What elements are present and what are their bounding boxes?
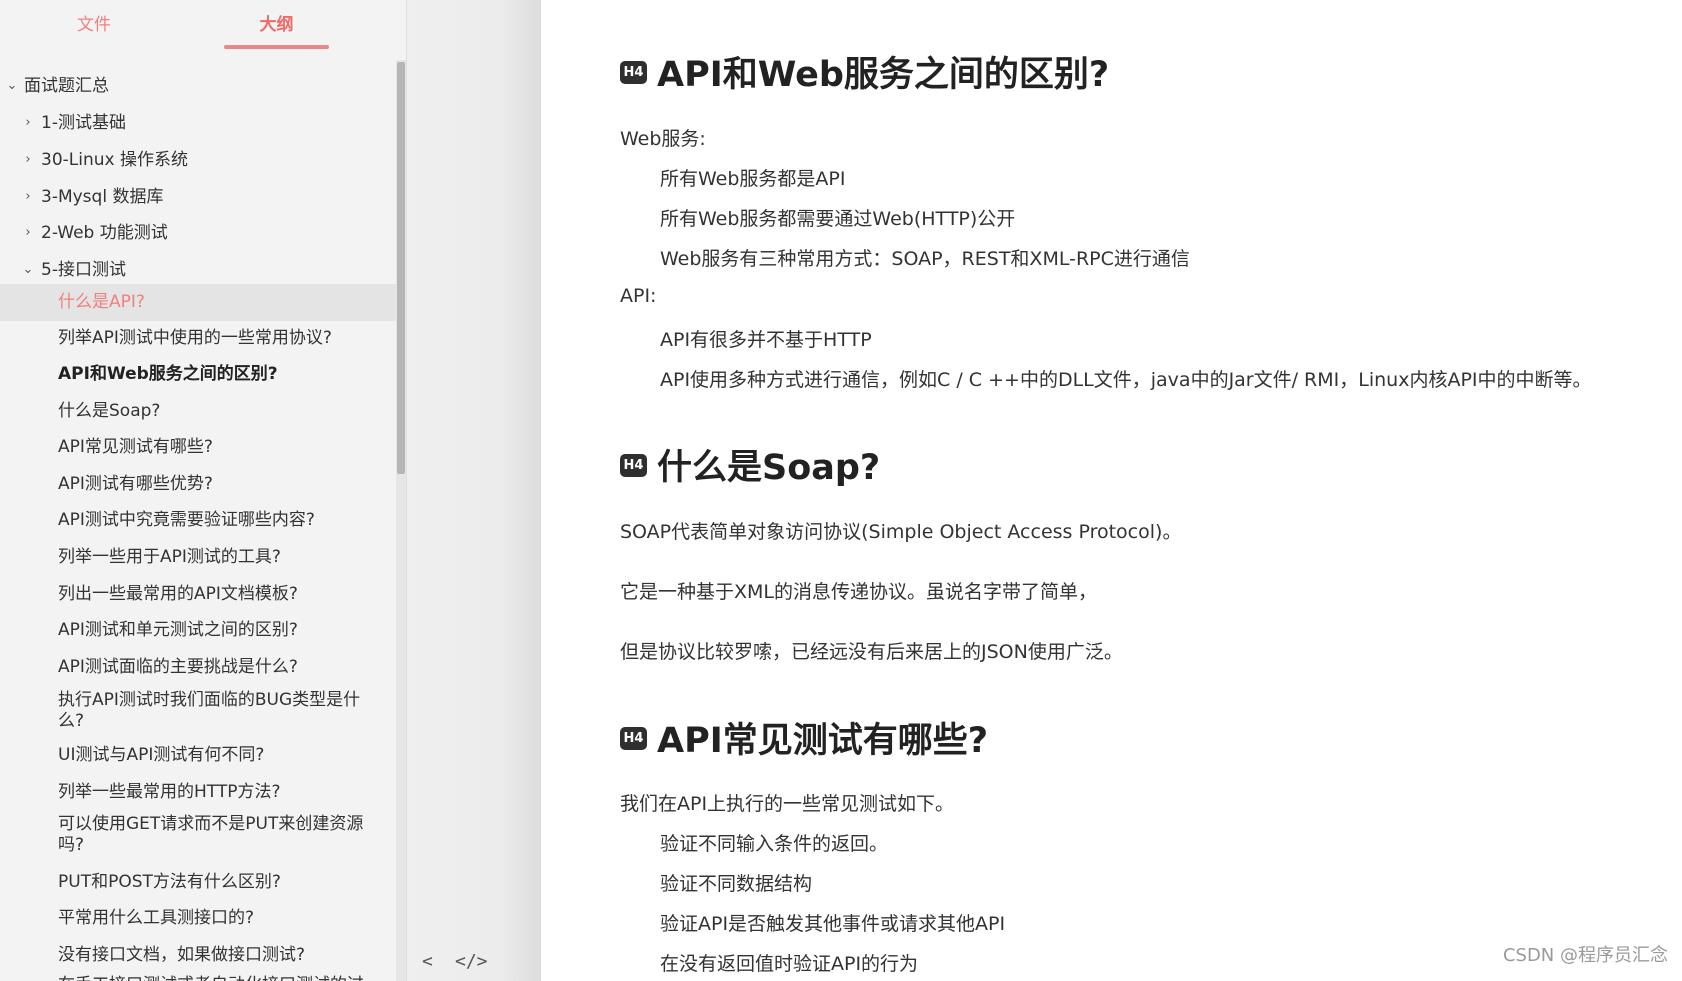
outline-subitem[interactable]: 列举API测试中使用的一些常用协议?: [0, 325, 396, 351]
outline-subitem-label: 可以使用GET请求而不是PUT来创建资源吗?: [58, 814, 364, 855]
list-item: 验证API是否触发其他事件或请求其他API: [660, 913, 1006, 935]
outline-subitem[interactable]: PUT和POST方法有什么区别?: [0, 869, 396, 895]
paragraph: 我们在API上执行的一些常见测试如下。: [620, 793, 955, 815]
outline-item-label: 30-Linux 操作系统: [41, 150, 188, 170]
sidebar: 文件 大纲 ⌄ 面试题汇总 › 1-测试基础 › 30-Linux 操作系统 ›…: [0, 0, 407, 981]
csdn-watermark: CSDN @程序员汇念: [1502, 945, 1668, 966]
document-content: H4 API和Web服务之间的区别? Web服务: 所有Web服务都是API 所有…: [542, 0, 1682, 981]
source-code-icon[interactable]: </>: [455, 951, 488, 972]
outline-subitem[interactable]: API测试有哪些优势?: [0, 471, 396, 497]
editor-gutter: < </>: [407, 0, 541, 981]
outline-subitem-label: API和Web服务之间的区别?: [58, 364, 278, 384]
tab-outline[interactable]: 大纲: [224, 0, 329, 48]
outline-subitem-label: 执行API测试时我们面临的BUG类型是什么?: [58, 690, 361, 731]
heading-text: 什么是Soap?: [657, 448, 881, 488]
outline-subitem-active[interactable]: 什么是API?: [0, 284, 396, 321]
chevron-right-icon[interactable]: ›: [21, 220, 35, 246]
collapse-sidebar-icon[interactable]: <: [422, 951, 433, 972]
heading-api-vs-web: H4 API和Web服务之间的区别?: [620, 46, 1109, 97]
outline-subitem[interactable]: API常见测试有哪些?: [0, 434, 396, 460]
outline-subitem-label: PUT和POST方法有什么区别?: [58, 872, 281, 892]
outline-root-label: 面试题汇总: [24, 76, 109, 96]
outline-subitem-label: 列举一些最常用的HTTP方法?: [58, 782, 281, 802]
outline-subitem[interactable]: 什么是Soap?: [0, 398, 396, 424]
outline-subitem-label: API测试中究竟需要验证哪些内容?: [58, 510, 315, 530]
tab-files[interactable]: 文件: [52, 0, 136, 48]
outline-item-label: 1-测试基础: [41, 113, 126, 133]
chevron-right-icon[interactable]: ›: [21, 184, 35, 210]
outline-item-label: 3-Mysql 数据库: [41, 187, 164, 207]
outline-subitem-label: API常见测试有哪些?: [58, 437, 213, 457]
outline-subitem-label: API测试和单元测试之间的区别?: [58, 620, 298, 640]
chevron-down-icon[interactable]: ⌄: [5, 73, 19, 99]
heading-text: API和Web服务之间的区别?: [657, 55, 1110, 95]
paragraph-api-label: API:: [620, 285, 657, 307]
list-item: Web服务有三种常用方式：SOAP，REST和XML-RPC进行通信: [660, 248, 1190, 270]
outline-subitem-label: API测试面临的主要挑战是什么?: [58, 657, 298, 677]
outline-subitem[interactable]: 可以使用GET请求而不是PUT来创建资源吗?: [0, 814, 396, 858]
list-item: 在没有返回值时验证API的行为: [660, 953, 919, 975]
outline-item[interactable]: › 1-测试基础: [0, 110, 396, 136]
outline-subitem-current[interactable]: API和Web服务之间的区别?: [0, 361, 396, 387]
outline-subitem[interactable]: API测试中究竟需要验证哪些内容?: [0, 507, 396, 533]
outline-subitem[interactable]: 列出一些最常用的API文档模板?: [0, 581, 396, 607]
list-item: API使用多种方式进行通信，例如C / C ++中的DLL文件，java中的Ja…: [660, 369, 1592, 391]
outline-subitem-label: 没有接口文档，如果做接口测试?: [58, 945, 306, 965]
outline-item[interactable]: › 2-Web 功能测试: [0, 220, 396, 246]
outline-subitem-label: 列出一些最常用的API文档模板?: [58, 584, 298, 604]
outline-item-label: 5-接口测试: [41, 260, 126, 280]
outline-subitem[interactable]: 执行API测试时我们面临的BUG类型是什么?: [0, 690, 396, 734]
heading-text: API常见测试有哪些?: [657, 721, 989, 761]
h4-badge-icon: H4: [620, 453, 647, 477]
h4-badge-icon: H4: [620, 60, 647, 84]
paragraph: SOAP代表简单对象访问协议(Simple Object Access Prot…: [620, 521, 1182, 543]
outline-subitem[interactable]: API测试面临的主要挑战是什么?: [0, 654, 396, 680]
outline-subitem-label: UI测试与API测试有何不同?: [58, 745, 265, 765]
outline-subitem[interactable]: 在手工接口测试或者自动化接口测试的过: [0, 972, 396, 981]
outline-item[interactable]: ⌄ 5-接口测试: [0, 257, 396, 283]
h4-badge-icon: H4: [620, 726, 647, 750]
paragraph-web-label: Web服务:: [620, 128, 706, 150]
outline-subitem[interactable]: 列举一些用于API测试的工具?: [0, 544, 396, 570]
outline-subitem[interactable]: API测试和单元测试之间的区别?: [0, 617, 396, 643]
heading-what-is-soap: H4 什么是Soap?: [620, 439, 880, 490]
active-tab-indicator: [224, 45, 329, 49]
outline-subitem-label: 在手工接口测试或者自动化接口测试的过: [58, 972, 364, 981]
outline-subitem-label: 什么是Soap?: [58, 401, 161, 421]
outline-subitem-label: API测试有哪些优势?: [58, 474, 213, 494]
outline-subitem-label: 列举API测试中使用的一些常用协议?: [58, 328, 332, 348]
chevron-right-icon[interactable]: ›: [21, 110, 35, 136]
heading-api-common-tests: H4 API常见测试有哪些?: [620, 712, 988, 763]
chevron-down-icon[interactable]: ⌄: [21, 257, 35, 283]
outline-item[interactable]: › 3-Mysql 数据库: [0, 184, 396, 210]
chevron-right-icon[interactable]: ›: [21, 147, 35, 173]
outline-subitem[interactable]: 平常用什么工具测接口的?: [0, 905, 396, 931]
outline-item-label: 2-Web 功能测试: [41, 223, 168, 243]
paragraph: 但是协议比较罗嗦，已经远没有后来居上的JSON使用广泛。: [620, 641, 1123, 663]
list-item: 验证不同输入条件的返回。: [660, 833, 889, 855]
list-item: 验证不同数据结构: [660, 873, 813, 895]
outline-subitem-label: 平常用什么工具测接口的?: [58, 908, 255, 928]
list-item: 所有Web服务都需要通过Web(HTTP)公开: [660, 208, 1016, 230]
sidebar-tabs: 文件 大纲: [0, 0, 406, 52]
outline-subitem[interactable]: 列举一些最常用的HTTP方法?: [0, 779, 396, 805]
outline-item[interactable]: › 30-Linux 操作系统: [0, 147, 396, 173]
outline-root[interactable]: ⌄ 面试题汇总: [0, 73, 396, 99]
outline-subitem-label: 什么是API?: [58, 292, 145, 312]
outline-subitem-label: 列举一些用于API测试的工具?: [58, 547, 281, 567]
paragraph: 它是一种基于XML的消息传递协议。虽说名字带了简单，: [620, 581, 1097, 603]
list-item: 所有Web服务都是API: [660, 168, 846, 190]
outline-subitem[interactable]: 没有接口文档，如果做接口测试?: [0, 942, 396, 968]
outline-subitem[interactable]: UI测试与API测试有何不同?: [0, 742, 396, 768]
list-item: API有很多并不基于HTTP: [660, 329, 872, 351]
sidebar-scrollbar-thumb[interactable]: [397, 62, 405, 474]
